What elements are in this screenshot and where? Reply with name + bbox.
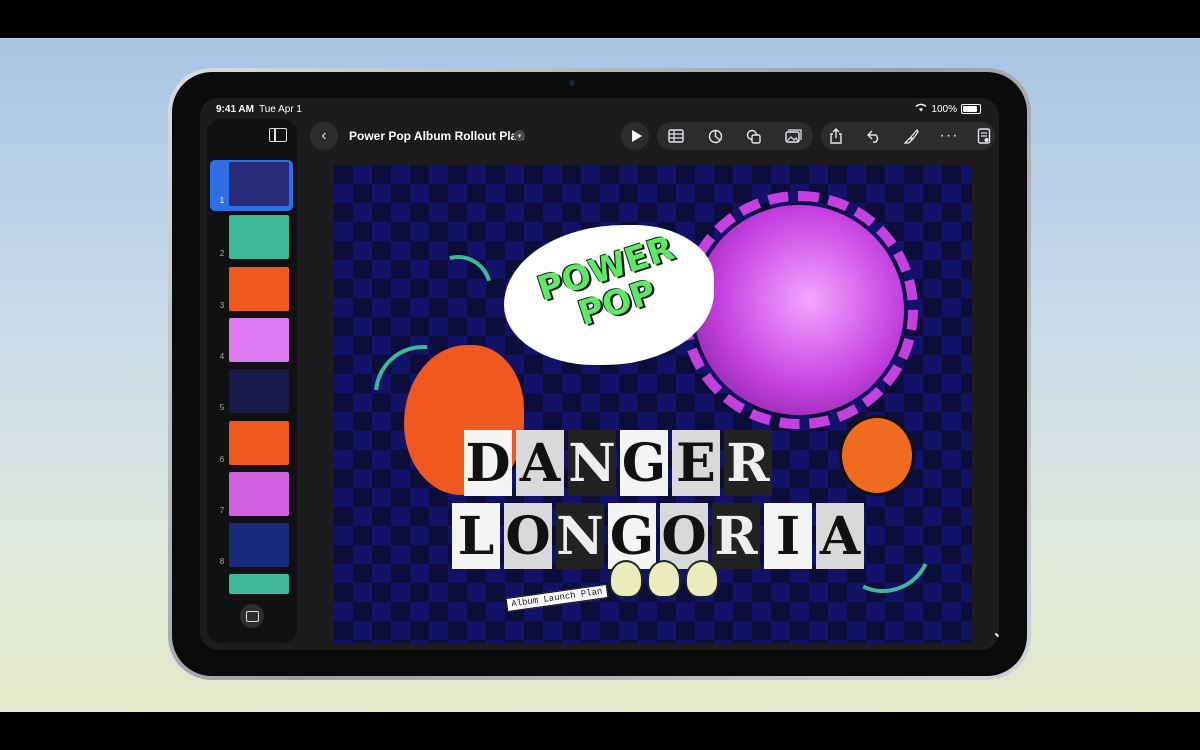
slide-number: 5 xyxy=(219,403,225,412)
back-button[interactable]: ‹ xyxy=(310,122,338,150)
share-button[interactable] xyxy=(822,122,850,150)
status-time: 9:41 AM xyxy=(216,104,254,115)
more-button[interactable]: ··· xyxy=(935,122,963,150)
slide-thumbnail[interactable] xyxy=(229,162,289,206)
slide-number: 1 xyxy=(219,196,225,205)
ipad-bezel: 9:41 AM Tue Apr 1 100% 1 2 3 4 5 6 7 8 ‹ Power … xyxy=(172,72,1027,676)
slide-thumbnail[interactable] xyxy=(229,472,289,516)
play-icon xyxy=(631,130,642,142)
title-letter: R xyxy=(712,503,760,569)
undo-button[interactable] xyxy=(860,122,888,150)
skulls-graphic xyxy=(609,560,719,598)
slide-thumbnail[interactable] xyxy=(229,523,289,567)
presenter-notes-button[interactable] xyxy=(970,122,998,150)
letterbox-bottom xyxy=(0,712,1200,750)
resize-handle-icon[interactable] xyxy=(987,632,999,650)
letterbox-top xyxy=(0,0,1200,38)
document-title[interactable]: Power Pop Album Rollout Plan xyxy=(349,129,525,143)
paintbrush-icon xyxy=(903,128,919,144)
title-letter: L xyxy=(452,503,500,569)
title-letter: N xyxy=(568,430,616,496)
media-button[interactable] xyxy=(779,122,807,150)
chevron-down-icon[interactable]: ▾ xyxy=(514,130,525,141)
camera-dot xyxy=(569,80,575,86)
slide-thumbnail[interactable] xyxy=(229,369,289,413)
slide-number: 6 xyxy=(219,455,225,464)
status-indicators: 100% xyxy=(915,103,981,115)
slide-canvas[interactable]: POWER POP DANGER LONGORIA Album Launch P… xyxy=(334,165,972,643)
play-button[interactable] xyxy=(621,122,649,150)
slide-number: 3 xyxy=(219,301,225,310)
add-slide-button[interactable] xyxy=(240,604,264,628)
undo-icon xyxy=(866,130,878,143)
keynote-screen: 9:41 AM Tue Apr 1 100% 1 2 3 4 5 6 7 8 ‹ Power … xyxy=(200,98,999,650)
title-letter: O xyxy=(504,503,552,569)
slide-number: 4 xyxy=(219,352,225,361)
slide-caption: Album Launch Plan xyxy=(505,583,609,613)
battery-icon xyxy=(961,104,981,114)
vine-graphic xyxy=(411,242,505,336)
presenter-notes-icon xyxy=(977,128,991,144)
battery-percent: 100% xyxy=(931,103,957,115)
wifi-icon xyxy=(915,103,927,115)
more-icon: ··· xyxy=(939,127,959,144)
shapes-button[interactable] xyxy=(740,122,768,150)
pumpkin-graphic xyxy=(839,415,915,496)
magenta-portrait-graphic xyxy=(680,191,918,429)
table-button[interactable] xyxy=(662,122,690,150)
sidebar-toggle-icon[interactable] xyxy=(269,128,287,142)
share-icon xyxy=(830,128,842,144)
title-letter: I xyxy=(764,503,812,569)
slide-thumbnail[interactable] xyxy=(229,215,289,259)
table-icon xyxy=(668,129,684,143)
slide-thumbnail[interactable] xyxy=(229,318,289,362)
ipad-frame: 9:41 AM Tue Apr 1 100% 1 2 3 4 5 6 7 8 ‹ Power … xyxy=(168,68,1031,680)
chart-button[interactable] xyxy=(701,122,729,150)
title-line-danger: DANGER xyxy=(464,430,772,496)
title-letter: A xyxy=(816,503,864,569)
media-icon xyxy=(784,129,802,143)
skull-graphic xyxy=(647,560,681,598)
slide-thumbnail[interactable] xyxy=(229,267,289,311)
slide-number: 7 xyxy=(219,506,225,515)
add-slide-icon xyxy=(245,610,259,622)
title-letter: N xyxy=(556,503,604,569)
title-letter: D xyxy=(464,430,512,496)
slide-navigator: 1 2 3 4 5 6 7 8 xyxy=(207,119,297,643)
title-letter: G xyxy=(620,430,668,496)
format-button[interactable] xyxy=(897,122,925,150)
chart-icon xyxy=(708,129,722,143)
slide-thumbnail[interactable] xyxy=(229,574,289,594)
status-date: Tue Apr 1 xyxy=(259,104,302,115)
title-letter: R xyxy=(724,430,772,496)
status-bar: 9:41 AM Tue Apr 1 100% xyxy=(200,98,999,118)
chevron-left-icon: ‹ xyxy=(321,127,327,144)
title-letter: E xyxy=(672,430,720,496)
slide-number: 8 xyxy=(219,557,225,566)
slide-number: 2 xyxy=(219,249,225,258)
title-letter: A xyxy=(516,430,564,496)
skull-graphic xyxy=(685,560,719,598)
skull-graphic xyxy=(609,560,643,598)
shapes-icon xyxy=(746,129,761,144)
slide-thumbnail[interactable] xyxy=(229,421,289,465)
